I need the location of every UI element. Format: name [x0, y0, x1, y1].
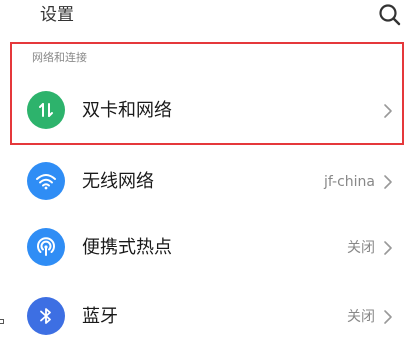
hotspot-item[interactable]: 便携式热点 关闭	[0, 223, 419, 273]
chevron-right-icon	[384, 310, 392, 324]
dual-sim-network-item[interactable]: 双卡和网络	[0, 86, 419, 136]
wifi-icon	[27, 162, 65, 200]
bluetooth-value: 关闭	[347, 309, 375, 325]
dual-sim-network-label: 双卡和网络	[82, 100, 172, 121]
search-icon[interactable]	[377, 2, 403, 28]
edge-mark	[0, 319, 4, 324]
wlan-item[interactable]: 无线网络 jf-china	[0, 157, 419, 207]
bluetooth-item[interactable]: 蓝牙 关闭	[0, 292, 419, 342]
wlan-value: jf-china	[323, 174, 375, 190]
chevron-right-icon	[384, 104, 392, 118]
dual-sim-icon	[27, 91, 65, 129]
page-title: 设置	[40, 5, 74, 25]
section-header-network: 网络和连接	[32, 51, 87, 64]
bluetooth-icon	[27, 297, 65, 335]
settings-page: 设置 网络和连接 双卡和网络 无线网络 jf-china 便携式热点 关闭 蓝牙…	[0, 0, 419, 345]
chevron-right-icon	[384, 241, 392, 255]
bluetooth-label: 蓝牙	[82, 306, 118, 327]
header: 设置	[0, 0, 419, 34]
chevron-right-icon	[384, 175, 392, 189]
hotspot-value: 关闭	[347, 240, 375, 256]
hotspot-label: 便携式热点	[82, 237, 172, 258]
hotspot-icon	[27, 228, 65, 266]
wlan-label: 无线网络	[82, 171, 154, 192]
